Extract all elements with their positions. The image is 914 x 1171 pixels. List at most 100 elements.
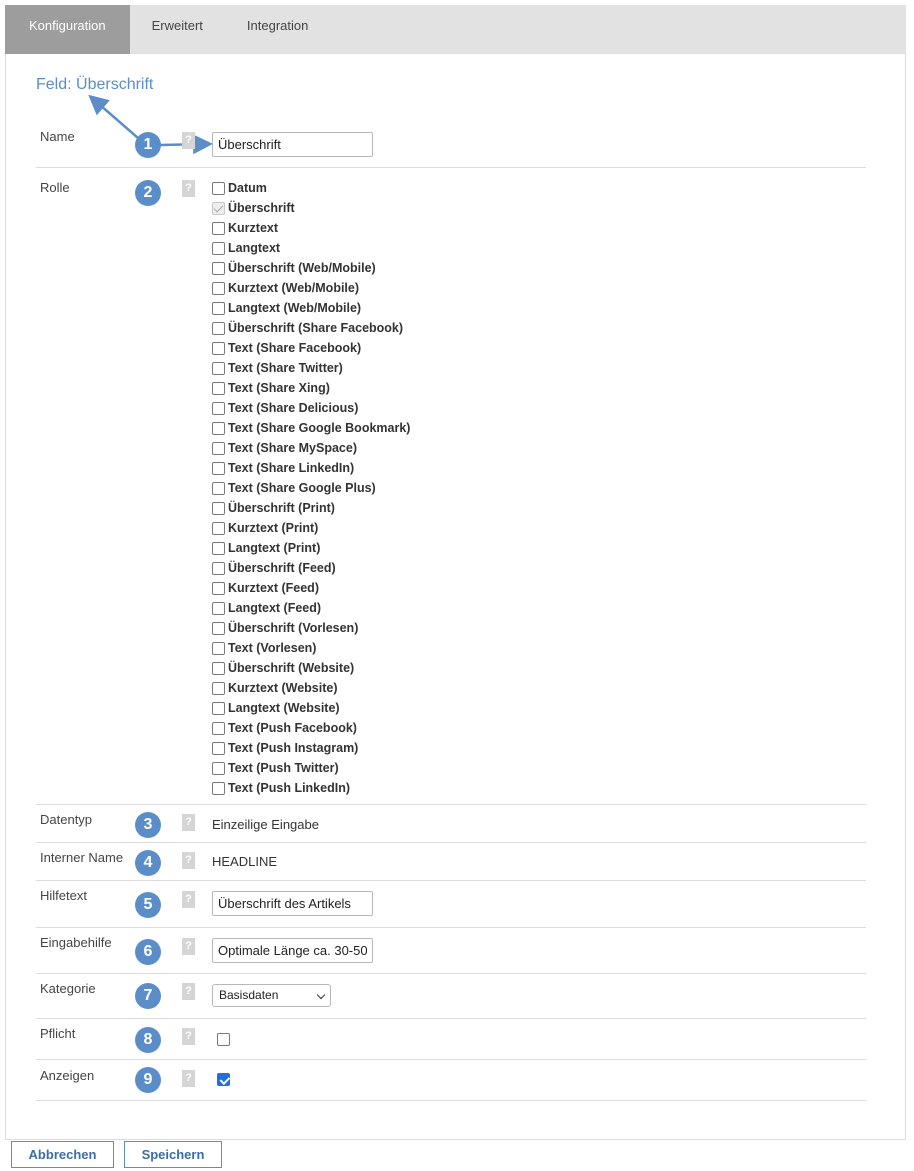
role-label: Text (Push LinkedIn) [228,781,350,795]
help-icon[interactable]: ? [182,852,195,869]
role-option[interactable]: Langtext (Web/Mobile) [212,298,410,318]
role-option[interactable]: Text (Push Facebook) [212,718,410,738]
row-hilfetext: Hilfetext 5 ? [36,881,866,928]
role-option[interactable]: Kurztext [212,218,410,238]
row-name: Name 1 ? [36,120,866,168]
role-checkbox[interactable] [212,501,225,515]
label-anzeigen: Anzeigen [40,1068,95,1083]
help-icon[interactable]: ? [182,983,195,1000]
role-checkbox[interactable] [212,541,225,555]
role-option[interactable]: Text (Push Instagram) [212,738,410,758]
role-checkbox[interactable] [212,481,225,495]
kategorie-select[interactable]: Basisdaten [212,984,331,1007]
role-option[interactable]: Kurztext (Feed) [212,578,410,598]
role-checkbox[interactable] [212,661,225,675]
role-option[interactable]: Kurztext (Web/Mobile) [212,278,410,298]
role-option[interactable]: Text (Share MySpace) [212,438,410,458]
role-checkbox[interactable] [212,621,225,635]
role-option[interactable]: Text (Vorlesen) [212,638,410,658]
help-icon[interactable]: ? [182,1070,195,1087]
role-label: Text (Share LinkedIn) [228,461,355,475]
role-label: Datum [228,181,267,195]
role-label: Überschrift [228,201,295,215]
role-checkbox[interactable] [212,401,225,415]
role-option[interactable]: Text (Push Twitter) [212,758,410,778]
help-icon[interactable]: ? [182,180,195,197]
role-checkbox[interactable] [212,601,225,615]
chevron-down-icon [316,990,326,1000]
role-option[interactable]: Text (Share Xing) [212,378,410,398]
hilfetext-input[interactable] [212,891,373,916]
role-label: Überschrift (Print) [228,501,335,515]
role-checkbox[interactable] [212,381,225,395]
name-input[interactable] [212,132,373,157]
role-checkbox[interactable] [212,641,225,655]
help-icon[interactable]: ? [182,814,195,831]
role-option[interactable]: Überschrift (Web/Mobile) [212,258,410,278]
row-pflicht: Pflicht 8 ? [36,1019,866,1060]
role-option[interactable]: Überschrift (Print) [212,498,410,518]
role-option[interactable]: Text (Share Twitter) [212,358,410,378]
help-icon[interactable]: ? [182,891,195,908]
role-option[interactable]: Kurztext (Website) [212,678,410,698]
role-option[interactable]: Text (Share Delicious) [212,398,410,418]
role-checkbox[interactable] [212,701,225,715]
role-checkbox[interactable] [212,281,225,295]
label-hilfetext: Hilfetext [40,888,87,903]
role-option[interactable]: Überschrift (Website) [212,658,410,678]
kategorie-selected-value: Basisdaten [219,988,279,1002]
role-checkbox[interactable] [212,461,225,475]
role-checkbox[interactable] [212,301,225,315]
help-icon[interactable]: ? [182,132,195,149]
pflicht-checkbox[interactable] [217,1033,230,1046]
role-label: Überschrift (Feed) [228,561,336,575]
role-label: Kurztext (Website) [228,681,338,695]
role-checkbox-list: Datum Überschrift Kurztext Langtext Überschr… [212,178,410,798]
help-icon[interactable]: ? [182,938,195,955]
role-checkbox[interactable] [212,221,225,235]
role-option[interactable]: Datum [212,178,410,198]
save-button[interactable]: Speichern [124,1141,222,1168]
role-option[interactable]: Überschrift [212,198,410,218]
role-checkbox[interactable] [212,321,225,335]
role-option[interactable]: Langtext [212,238,410,258]
role-label: Text (Push Instagram) [228,741,359,755]
role-checkbox[interactable] [212,441,225,455]
role-option[interactable]: Überschrift (Vorlesen) [212,618,410,638]
role-option[interactable]: Text (Push LinkedIn) [212,778,410,798]
anzeigen-checkbox[interactable] [217,1073,230,1086]
role-checkbox[interactable] [212,581,225,595]
role-checkbox[interactable] [212,681,225,695]
role-option[interactable]: Überschrift (Share Facebook) [212,318,410,338]
role-option[interactable]: Text (Share Facebook) [212,338,410,358]
role-checkbox[interactable] [212,341,225,355]
role-label: Kurztext (Feed) [228,581,319,595]
role-checkbox[interactable] [212,561,225,575]
role-checkbox[interactable] [212,741,225,755]
role-checkbox[interactable] [212,761,225,775]
role-checkbox[interactable] [212,781,225,795]
role-option[interactable]: Langtext (Print) [212,538,410,558]
role-option[interactable]: Kurztext (Print) [212,518,410,538]
role-option[interactable]: Langtext (Website) [212,698,410,718]
role-checkbox[interactable] [212,421,225,435]
eingabehilfe-input[interactable] [212,938,373,963]
role-label: Text (Push Facebook) [228,721,357,735]
role-label: Text (Share Xing) [228,381,330,395]
role-option[interactable]: Text (Share Google Bookmark) [212,418,410,438]
cancel-button[interactable]: Abbrechen [11,1141,114,1168]
role-option[interactable]: Text (Share Google Plus) [212,478,410,498]
role-checkbox[interactable] [212,721,225,735]
badge-6: 6 [135,939,161,965]
role-option[interactable]: Text (Share LinkedIn) [212,458,410,478]
help-icon[interactable]: ? [182,1028,195,1045]
badge-2: 2 [135,180,161,206]
role-checkbox[interactable] [212,241,225,255]
role-option[interactable]: Überschrift (Feed) [212,558,410,578]
role-option[interactable]: Langtext (Feed) [212,598,410,618]
role-checkbox[interactable] [212,521,225,535]
role-checkbox[interactable] [212,261,225,275]
row-rolle: Rolle 2 ? Datum Überschrift Kurztext Langte… [36,168,866,805]
role-checkbox[interactable] [212,361,225,375]
role-checkbox[interactable] [212,181,225,195]
